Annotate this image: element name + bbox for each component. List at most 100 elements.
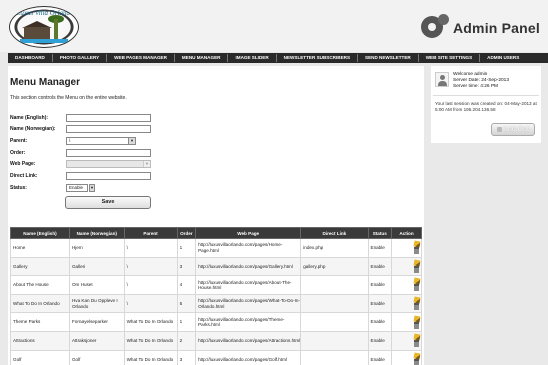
cell-parent: What To Do In Orlando	[123, 349, 178, 365]
menu-table: Name (English) Name (Norwegian) Parent O…	[10, 227, 423, 365]
page-description: This section controls the Menu on the en…	[10, 95, 127, 101]
name-no-input[interactable]	[66, 124, 151, 133]
nav-newsletter-subscribers[interactable]: NEWSLETTER SUBSCRIBERS	[277, 54, 359, 62]
cell-name-no: Hjem	[68, 238, 125, 258]
logo-palm-trunk	[54, 19, 58, 39]
col-direct-link: Direct Link	[300, 227, 369, 239]
table-row: About The House Om Huset \ 4 http://luxusvil…	[10, 275, 423, 295]
cell-action	[390, 238, 423, 258]
cell-name-en: Attractions	[10, 330, 70, 351]
logout-button[interactable]: Log Out	[491, 123, 535, 136]
cell-action	[390, 293, 423, 314]
cell-parent: \	[123, 256, 178, 277]
cell-order: 1	[176, 238, 197, 258]
col-order: Order	[176, 227, 197, 239]
trash-icon[interactable]	[413, 303, 419, 311]
name-no-label: Name (Norwegian):	[10, 125, 56, 132]
nav-web-site-settings[interactable]: WEB SITE SETTINGS	[419, 54, 481, 62]
parent-select[interactable]: \ ▼	[66, 136, 136, 145]
name-en-input[interactable]	[66, 113, 151, 122]
cell-action	[390, 330, 423, 351]
nav-web-pages-manager[interactable]: WEB PAGES MANAGER	[107, 54, 175, 62]
save-button[interactable]: Save	[65, 196, 151, 209]
welcome-block: Welcome admin Server Date: 24-Sep-2013 S…	[453, 72, 509, 90]
site-logo[interactable]: Luxus Villa Orlando	[9, 6, 79, 48]
form-row-webpage: Web Page: ▼	[10, 159, 151, 168]
server-time: Server time: 4:26 PM	[453, 84, 499, 89]
logo-text: Luxus Villa Orlando	[16, 9, 74, 17]
edit-icon[interactable]	[413, 259, 421, 267]
form-row-name-en: Name (English):	[10, 113, 151, 122]
logo-pool	[20, 39, 68, 43]
cell-status: Enable	[367, 330, 392, 351]
main-nav: DASHBOARD PHOTO GALLERY WEB PAGES MANAGE…	[8, 53, 548, 63]
cell-direct-link	[300, 330, 369, 351]
edit-icon[interactable]	[413, 352, 421, 360]
nav-dashboard[interactable]: DASHBOARD	[8, 54, 53, 62]
cell-order: 5	[176, 293, 197, 314]
edit-icon[interactable]	[413, 296, 421, 304]
chevron-down-icon: ▼	[128, 137, 135, 144]
trash-icon[interactable]	[413, 321, 419, 329]
page-title: Menu Manager	[10, 77, 81, 88]
order-label: Order:	[10, 149, 26, 156]
nav-photo-gallery[interactable]: PHOTO GALLERY	[53, 54, 108, 62]
cell-action	[390, 275, 423, 295]
status-select-value: Enable	[69, 184, 84, 190]
nav-send-newsletter[interactable]: SEND NEWSLETTER	[358, 54, 419, 62]
cell-name-no: Om Huset	[68, 275, 125, 295]
nav-admin-users[interactable]: ADMIN USERS	[480, 54, 526, 62]
nav-menu-manager[interactable]: MENU MANAGER	[175, 54, 229, 62]
chevron-down-icon: ▼	[143, 160, 150, 167]
cell-name-no: Attraksjoner	[68, 330, 125, 351]
direct-link-input[interactable]	[66, 171, 151, 180]
sidebar-session: Welcome admin Server Date: 24-Sep-2013 S…	[431, 66, 541, 143]
form-row-name-no: Name (Norwegian):	[10, 124, 151, 133]
chevron-down-icon[interactable]: ▼	[89, 183, 95, 192]
cell-webpage: http://luxusvillaorlando.com/pages/Attra…	[195, 330, 302, 351]
order-input[interactable]	[66, 148, 151, 157]
trash-icon[interactable]	[413, 247, 419, 255]
edit-icon[interactable]	[413, 240, 421, 248]
status-label: Status:	[10, 184, 27, 191]
divider	[433, 95, 539, 96]
trash-icon[interactable]	[413, 358, 419, 365]
admin-panel-brand: Admin Panel	[421, 14, 540, 42]
cell-webpage: http://luxusvillaorlando.com/pages/Galle…	[195, 256, 302, 277]
cell-name-en: Gallery	[10, 256, 70, 277]
header: Luxus Villa Orlando Admin Panel	[0, 0, 548, 52]
cell-webpage: http://luxusvillaorlando.com/pages/Theme…	[195, 312, 302, 332]
nav-image-slider[interactable]: IMAGE SLIDER	[228, 54, 277, 62]
cell-status: Enable	[367, 256, 392, 277]
cell-name-no: Galleri	[68, 256, 125, 277]
cell-parent: What To Do In Orlando	[123, 312, 178, 332]
parent-label: Parent:	[10, 137, 28, 144]
name-en-label: Name (English):	[10, 114, 49, 121]
trash-icon[interactable]	[413, 340, 419, 348]
direct-link-label: Direct Link:	[10, 172, 38, 179]
cell-direct-link: gallery.php	[300, 256, 369, 277]
edit-icon[interactable]	[413, 315, 421, 323]
cell-status: Enable	[367, 349, 392, 365]
cell-direct-link	[300, 312, 369, 332]
admin-panel-title: Admin Panel	[453, 20, 540, 36]
trash-icon[interactable]	[413, 284, 419, 292]
webpage-select[interactable]: ▼	[66, 159, 151, 168]
cell-name-en: About The House	[10, 275, 70, 295]
last-session-text: Your last session was created on: 04-May…	[435, 101, 537, 113]
cell-direct-link	[300, 275, 369, 295]
status-select[interactable]: Enable	[66, 183, 88, 192]
trash-icon[interactable]	[413, 265, 419, 273]
col-name-no: Name (Norwegian)	[68, 227, 125, 239]
cell-name-no: Fornøyelseparker	[68, 312, 125, 332]
table-row: What To Do In Orlando Hva Kan Du Oppleve …	[10, 293, 423, 314]
gear-icon	[421, 14, 449, 42]
edit-icon[interactable]	[413, 333, 421, 341]
col-action: Action	[390, 227, 423, 239]
parent-select-value: \	[69, 137, 71, 143]
cell-action	[390, 349, 423, 365]
cell-parent: What To Do In Orlando	[123, 330, 178, 351]
cell-name-no: Hva Kan Du Oppleve I Orlando	[68, 293, 125, 314]
table-row: Theme Parks Fornøyelseparker What To Do In…	[10, 312, 423, 332]
cell-name-en: Home	[10, 238, 70, 258]
